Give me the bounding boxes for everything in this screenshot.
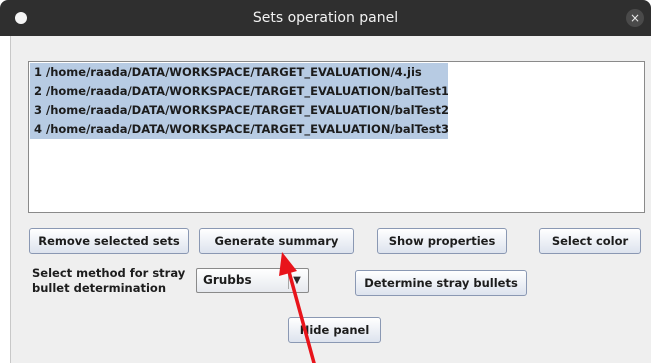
red-pointer-arrow-icon	[279, 252, 316, 363]
